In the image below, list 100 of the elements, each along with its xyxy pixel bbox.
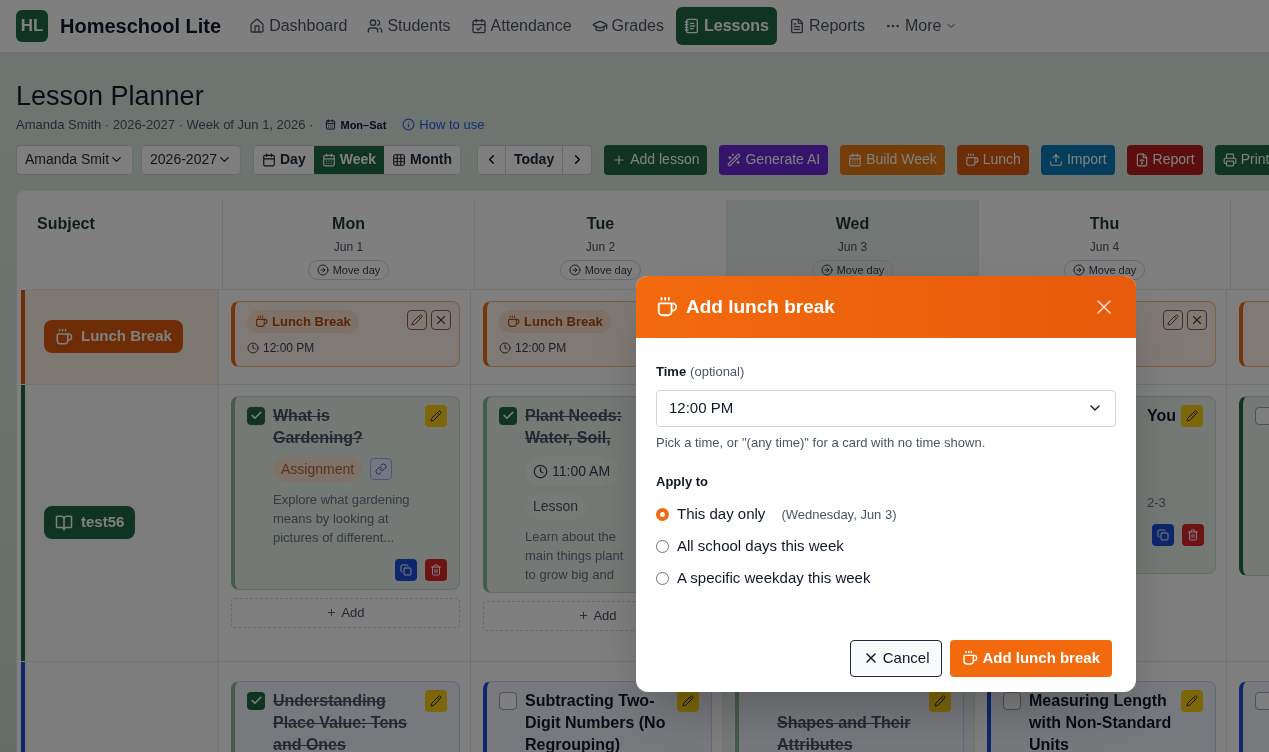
done-checkbox[interactable] (499, 691, 517, 710)
clock-icon (533, 463, 548, 479)
check-icon (501, 409, 515, 422)
calendar-icon (325, 119, 337, 131)
clock-icon (499, 341, 511, 354)
action-button[interactable]: Import (1040, 144, 1115, 175)
time-pill: 11:00 AM (525, 456, 619, 486)
nav-link[interactable]: Dashboard (241, 7, 356, 45)
copy-button[interactable] (395, 558, 417, 581)
day-date: Jun 1 (333, 238, 364, 256)
done-checkbox[interactable] (247, 406, 265, 425)
action-button[interactable]: Report (1126, 144, 1203, 175)
page-subtitle: Amanda Smith · 2026-2027 · Week of Jun 1, 2026 · (16, 116, 314, 134)
subject-chip[interactable]: Lunch Break (44, 320, 183, 353)
action-button[interactable]: Print (1214, 144, 1269, 175)
view-tab[interactable]: Month (384, 145, 460, 174)
nav-link[interactable]: Students (359, 7, 459, 45)
calendar-icon (321, 152, 336, 167)
done-checkbox[interactable] (247, 691, 265, 710)
subject-chip[interactable]: test56 (44, 506, 136, 539)
action-button[interactable]: Build Week (840, 144, 945, 175)
coffee-icon (255, 314, 268, 328)
pencil-icon (682, 694, 694, 707)
calendar-icon (392, 152, 406, 167)
arrow-circle-icon (820, 263, 833, 276)
lesson-description: Explore what gardening means by looking at pictures of different... (273, 490, 411, 547)
nav-link[interactable]: Grades (583, 7, 672, 45)
delete-button[interactable] (425, 558, 447, 581)
add-lesson-button[interactable]: Add (231, 597, 460, 628)
coffee-icon (55, 327, 73, 346)
plus-icon (326, 607, 338, 618)
nav-link[interactable]: Attendance (462, 7, 580, 45)
delete-button[interactable] (1182, 523, 1205, 546)
notebook-icon (684, 18, 700, 34)
pencil-icon (934, 694, 946, 707)
lesson-title: Shapes and Their Attributes (777, 712, 912, 752)
trash-icon (1187, 528, 1200, 541)
help-link[interactable]: How to use (402, 115, 485, 135)
logo-badge[interactable]: HL (16, 10, 48, 42)
nav-link[interactable]: Lessons (676, 7, 777, 45)
people-icon (367, 18, 384, 34)
coffee-icon (507, 314, 520, 328)
book-icon (55, 513, 73, 532)
action-button[interactable]: Lunch (956, 144, 1029, 175)
lesson-card[interactable]: Subtracting Two-Digit Numbers (No Regrouping) (483, 680, 712, 752)
lunch-card[interactable]: Lunch Break 12:00 PM (231, 300, 460, 367)
pencil-icon (430, 409, 442, 422)
pencil-icon (1167, 313, 1179, 326)
submit-button[interactable]: Add lunch break (950, 639, 1112, 677)
view-tab[interactable]: Week (313, 145, 384, 174)
lesson-title: Plant Needs: Water, Soil, (525, 405, 623, 448)
done-checkbox[interactable] (1255, 691, 1269, 710)
action-button[interactable]: Generate AI (719, 144, 829, 175)
link-button[interactable] (370, 458, 393, 480)
check-icon (249, 409, 263, 422)
lesson-title: What is Gardening? (273, 405, 364, 448)
lesson-card[interactable]: What is Gardening? Assignment Explore what gardening means by looking at pictures of different... (231, 395, 460, 590)
select-field[interactable]: 2026-2027 (141, 144, 241, 175)
remove-button[interactable] (431, 309, 451, 330)
info-icon (402, 118, 416, 132)
action-button[interactable]: Add lesson (604, 144, 708, 175)
day-name: Tue (586, 213, 615, 234)
arrow-circle-icon (1072, 263, 1085, 276)
brand-name: Homeschool Lite (60, 14, 222, 39)
clock-icon (247, 341, 259, 354)
lesson-description: 2-3 (1147, 493, 1167, 512)
select-field[interactable]: Amanda Smit (16, 144, 134, 175)
lunch-time: 12:00 PM (515, 339, 567, 357)
copy-icon (1157, 528, 1170, 541)
link-icon (375, 463, 388, 475)
cancel-button[interactable]: Cancel (849, 639, 943, 677)
magic-wand-icon (727, 152, 742, 167)
pencil-icon (1186, 409, 1198, 422)
upload-icon (1048, 152, 1063, 167)
plus-icon (612, 152, 627, 167)
copy-button[interactable] (1152, 523, 1175, 546)
lesson-title: Subtracting Two-Digit Numbers (No Regrouping) (525, 690, 667, 752)
coffee-icon (964, 152, 979, 167)
calendar-icon (262, 152, 276, 167)
time-select[interactable]: 12:00 PM (656, 389, 1116, 427)
day-name: Thu (1089, 213, 1120, 234)
radio-button[interactable] (656, 508, 669, 521)
coffee-icon (962, 650, 979, 666)
done-checkbox[interactable] (499, 406, 517, 425)
lesson-card[interactable]: Understanding Place Value: Tens and Ones (231, 680, 460, 752)
radio-button[interactable] (656, 540, 669, 553)
check-icon (249, 694, 263, 707)
lunch-pill: Lunch Break (499, 309, 611, 333)
radio-button[interactable] (656, 572, 669, 585)
arrow-circle-icon (568, 263, 581, 276)
page-title: Lesson Planner (16, 80, 205, 112)
calendar-check-icon (470, 18, 487, 34)
remove-button[interactable] (1187, 309, 1207, 330)
document-icon (788, 18, 805, 34)
view-tab[interactable]: Day (254, 145, 314, 174)
done-checkbox[interactable] (1255, 406, 1269, 425)
lesson-description: Learn about the main things plant to grow big and (525, 527, 625, 584)
nav-link[interactable]: More (876, 7, 966, 45)
home-icon (249, 18, 266, 34)
nav-link[interactable]: Reports (780, 7, 873, 45)
